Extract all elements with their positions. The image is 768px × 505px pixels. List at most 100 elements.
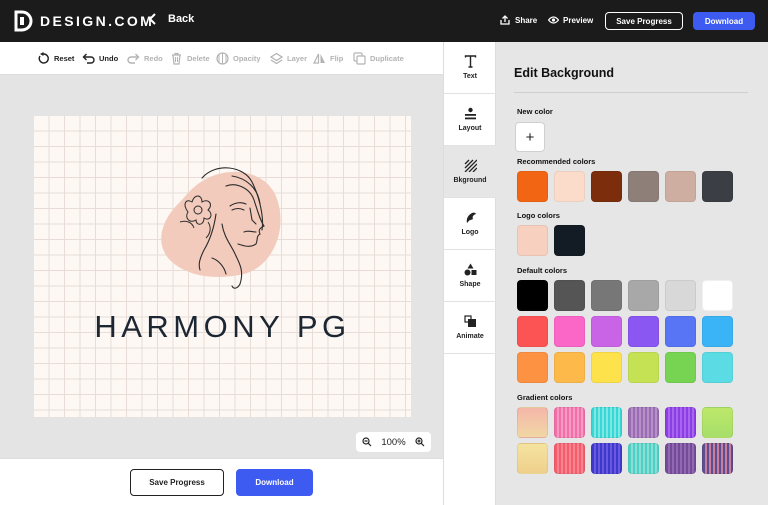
color-swatch[interactable]: [591, 407, 622, 438]
gradient-colors-label: Gradient colors: [517, 393, 573, 402]
layer-label: Layer: [287, 54, 308, 63]
color-swatch[interactable]: [665, 280, 696, 311]
layout-icon: [464, 107, 476, 120]
color-swatch[interactable]: [665, 407, 696, 438]
share-button[interactable]: Share: [500, 15, 537, 25]
artboard[interactable]: HARMONY PG: [34, 116, 411, 417]
zoom-in-icon[interactable]: [415, 437, 425, 447]
text-icon: [464, 55, 476, 68]
reset-button[interactable]: Reset: [37, 52, 74, 65]
redo-button[interactable]: Redo: [127, 52, 163, 65]
edit-toolbar: Reset Undo Redo Delete Opacity Layer Fli…: [0, 42, 443, 75]
zoom-out-icon[interactable]: [362, 437, 372, 447]
back-button[interactable]: Back: [148, 13, 194, 25]
share-icon: [500, 15, 510, 25]
color-swatch[interactable]: [591, 316, 622, 347]
color-swatch[interactable]: [665, 316, 696, 347]
layers-icon: [270, 52, 283, 65]
color-swatch[interactable]: [554, 443, 585, 474]
woman-face-line-art-icon[interactable]: [160, 164, 288, 292]
color-swatch[interactable]: [628, 280, 659, 311]
edit-background-panel: Edit Background New color + Recommended …: [496, 42, 768, 505]
color-swatch[interactable]: [554, 280, 585, 311]
color-swatch[interactable]: [702, 443, 733, 474]
color-swatch[interactable]: [517, 352, 548, 383]
color-swatch[interactable]: [554, 352, 585, 383]
color-swatch[interactable]: [517, 280, 548, 311]
color-swatch[interactable]: [517, 171, 548, 202]
color-swatch[interactable]: [591, 443, 622, 474]
footer-save-progress-button[interactable]: Save Progress: [130, 469, 224, 496]
tab-animate[interactable]: Animate: [444, 302, 496, 354]
color-swatch[interactable]: [665, 352, 696, 383]
logo-text[interactable]: HARMONY PG: [34, 309, 411, 345]
default-colors-label: Default colors: [517, 266, 568, 275]
color-swatch[interactable]: [628, 171, 659, 202]
tab-shape[interactable]: Shape: [444, 250, 496, 302]
default-colors-row-1: [517, 280, 733, 311]
color-swatch[interactable]: [702, 171, 733, 202]
color-swatch[interactable]: [628, 316, 659, 347]
panel-title: Edit Background: [514, 66, 615, 80]
zoom-level: 100%: [381, 436, 406, 448]
color-swatch[interactable]: [628, 443, 659, 474]
layer-button[interactable]: Layer: [270, 52, 307, 65]
flip-button[interactable]: Flip: [313, 52, 343, 65]
color-swatch[interactable]: [517, 443, 548, 474]
color-swatch[interactable]: [554, 171, 585, 202]
preview-button[interactable]: Preview: [548, 15, 593, 25]
tab-text[interactable]: Text: [444, 42, 496, 94]
color-swatch[interactable]: [628, 352, 659, 383]
back-label: Back: [168, 13, 195, 25]
color-swatch[interactable]: [554, 225, 585, 256]
color-swatch[interactable]: [517, 316, 548, 347]
recommended-colors: [517, 171, 733, 202]
color-swatch[interactable]: [665, 171, 696, 202]
tab-animate-label: Animate: [456, 333, 484, 340]
undo-label: Undo: [99, 54, 119, 63]
header-save-progress-button[interactable]: Save Progress: [605, 12, 683, 30]
chevron-left-icon: [148, 13, 156, 25]
tab-shape-label: Shape: [459, 281, 481, 288]
color-swatch[interactable]: [665, 443, 696, 474]
duplicate-button[interactable]: Duplicate: [353, 52, 404, 65]
tab-logo[interactable]: Logo: [444, 198, 496, 250]
color-swatch[interactable]: [702, 316, 733, 347]
new-color-label: New color: [517, 107, 553, 116]
color-swatch[interactable]: [591, 171, 622, 202]
color-swatch[interactable]: [591, 352, 622, 383]
tab-layout[interactable]: Layout: [444, 94, 496, 146]
opacity-button[interactable]: Opacity: [216, 52, 261, 65]
undo-button[interactable]: Undo: [82, 52, 118, 65]
color-swatch[interactable]: [628, 407, 659, 438]
footer-download-button[interactable]: Download: [236, 469, 313, 496]
bottom-bar: Save Progress Download: [0, 458, 443, 505]
opacity-label: Opacity: [233, 54, 261, 63]
color-swatch[interactable]: [591, 280, 622, 311]
panel-divider: [514, 92, 748, 93]
delete-button[interactable]: Delete: [170, 52, 210, 65]
tab-background[interactable]: Bkground: [444, 146, 496, 198]
brand[interactable]: DESIGN.COM: [13, 10, 154, 32]
zoom-control: 100%: [356, 432, 431, 452]
color-swatch[interactable]: [554, 407, 585, 438]
header-download-button[interactable]: Download: [693, 12, 755, 30]
color-swatch[interactable]: [702, 352, 733, 383]
tab-background-label: Bkground: [453, 177, 487, 184]
color-swatch[interactable]: [517, 225, 548, 256]
add-color-button[interactable]: +: [515, 122, 545, 152]
brand-name: DESIGN.COM: [40, 13, 155, 29]
logo-colors: [517, 225, 585, 256]
shape-icon: [464, 263, 476, 276]
color-swatch[interactable]: [702, 280, 733, 311]
undo-icon: [82, 53, 95, 64]
design-logo-icon: [14, 10, 33, 32]
color-swatch[interactable]: [554, 316, 585, 347]
tab-text-label: Text: [463, 73, 477, 80]
top-bar: DESIGN.COM Back Share Preview Save Progr…: [0, 0, 768, 42]
flip-label: Flip: [330, 54, 344, 63]
flip-icon: [313, 53, 325, 64]
color-swatch[interactable]: [702, 407, 733, 438]
color-swatch[interactable]: [517, 407, 548, 438]
gradient-colors-row-2: [517, 443, 733, 474]
